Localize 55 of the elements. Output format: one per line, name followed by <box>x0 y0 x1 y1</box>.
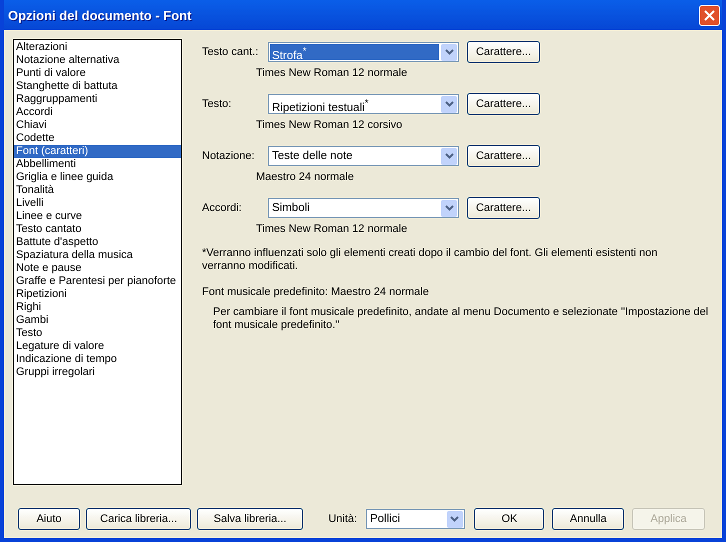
field-label: Testo: <box>202 98 232 110</box>
list-item[interactable]: Alterazioni <box>14 41 181 54</box>
list-item[interactable]: Ripetizioni <box>14 288 181 301</box>
list-item[interactable]: Stanghette di battuta <box>14 80 181 93</box>
font-description: Maestro 24 normale <box>256 171 354 183</box>
close-icon <box>704 10 715 20</box>
list-item[interactable]: Testo <box>14 327 181 340</box>
list-item[interactable]: Legature di valore <box>14 340 181 353</box>
list-item[interactable]: Notazione alternativa <box>14 54 181 67</box>
list-item[interactable]: Battute d'aspetto <box>14 236 181 249</box>
font-description: Times New Roman 12 corsivo <box>256 119 402 131</box>
units-label: Unità: <box>328 513 358 525</box>
dropdown[interactable]: Teste delle note <box>268 146 459 166</box>
footer-button[interactable]: Carica libreria... <box>86 508 192 530</box>
list-item[interactable]: Gambi <box>14 314 181 327</box>
dialog-button[interactable]: Annulla <box>552 508 624 530</box>
list-item[interactable]: Note e pause <box>14 262 181 275</box>
close-button[interactable] <box>699 4 720 26</box>
list-item[interactable]: Gruppi irregolari <box>14 366 181 379</box>
hint-text: Per cambiare il font musicale predefinito, andate al menu Documento e selezionate ''Impostazione del font musicale predefinito.'' <box>212 306 710 332</box>
list-item[interactable]: Tonalità <box>14 184 181 197</box>
list-item[interactable]: Punti di valore <box>14 67 181 80</box>
note-text: *Verranno influenzati solo gli elementi creati dopo il cambio del font. Gli elementi esistenti non verranno modificati. <box>202 247 659 273</box>
list-item[interactable]: Chiavi <box>14 119 181 132</box>
font-description: Times New Roman 12 normale <box>256 223 408 235</box>
default-font-text: Font musicale predefinito: Maestro 24 normale <box>202 286 430 299</box>
field-label: Testo cant.: <box>202 46 260 58</box>
dropdown[interactable]: Strofa$^{*}$ <box>268 42 459 62</box>
dialog-button[interactable]: OK <box>474 508 544 530</box>
list-item[interactable]: Raggruppamenti <box>14 93 181 106</box>
list-item[interactable]: Linee e curve <box>14 210 181 223</box>
font-button[interactable]: Carattere... <box>467 145 540 167</box>
list-item[interactable]: Graffe e Parentesi per pianoforte <box>14 275 181 288</box>
footer-button[interactable]: Salva libreria... <box>197 508 303 530</box>
list-item[interactable]: Font (caratteri) <box>14 145 181 158</box>
font-description: Times New Roman 12 normale <box>256 67 408 79</box>
list-item[interactable]: Abbellimenti <box>14 158 181 171</box>
list-item[interactable]: Griglia e linee guida <box>14 171 181 184</box>
font-button[interactable]: Carattere... <box>467 93 540 115</box>
list-item[interactable]: Righi <box>14 301 181 314</box>
list-item[interactable]: Spaziatura della musica <box>14 249 181 262</box>
dropdown[interactable]: Ripetizioni testuali$^{*}$ <box>268 94 459 114</box>
field-label: Notazione: <box>202 150 256 162</box>
font-button[interactable]: Carattere... <box>467 197 540 219</box>
window-title: Opzioni del documento - Font <box>8 8 192 22</box>
footer-button[interactable]: Aiuto <box>18 508 80 530</box>
dropdown[interactable]: Pollici <box>366 509 465 529</box>
list-item[interactable]: Testo cantato <box>14 223 181 236</box>
list-item[interactable]: Codette <box>14 132 181 145</box>
list-item[interactable]: Livelli <box>14 197 181 210</box>
list-item[interactable]: Accordi <box>14 106 181 119</box>
dropdown[interactable]: Simboli <box>268 198 459 218</box>
list-item[interactable]: Indicazione di tempo <box>14 353 181 366</box>
field-label: Accordi: <box>202 202 243 214</box>
font-button[interactable]: Carattere... <box>467 41 540 63</box>
